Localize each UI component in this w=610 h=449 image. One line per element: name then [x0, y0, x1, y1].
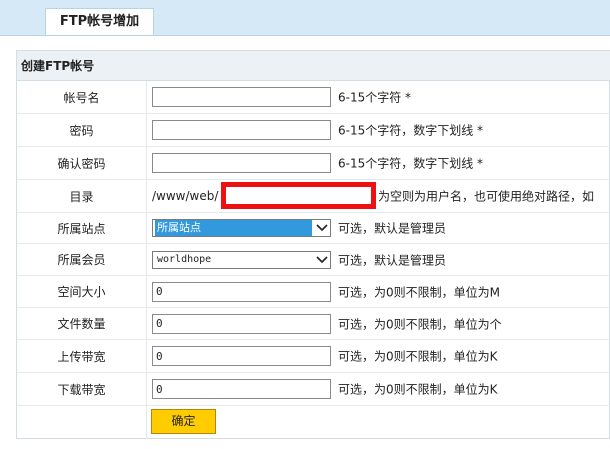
account-name-label: 帐号名 — [17, 81, 147, 113]
member-selected-value: worldhope — [157, 253, 212, 265]
upload-bandwidth-label: 上传带宽 — [17, 340, 147, 372]
file-count-hint: 可选，为0则不限制，单位为个 — [338, 317, 502, 331]
site-label: 所属站点 — [17, 213, 147, 243]
password-input[interactable] — [152, 120, 331, 140]
directory-prefix: /www/web/ — [152, 189, 219, 203]
site-hint: 可选，默认是管理员 — [338, 221, 447, 236]
row-upload-bandwidth: 上传带宽 可选，为0则不限制，单位为K — [17, 340, 610, 373]
file-count-input[interactable] — [152, 313, 331, 334]
tab-ftp-account-add[interactable]: FTP帐号增加 — [45, 8, 154, 35]
row-member: 所属会员 worldhope 可选，默认是管理员 — [17, 244, 610, 276]
account-name-input[interactable] — [152, 87, 331, 107]
confirm-password-label: 确认密码 — [17, 147, 147, 179]
row-password: 密码 6-15个字符，数字下划线 * — [17, 114, 610, 147]
download-bandwidth-hint: 可选，为0则不限制，单位为K — [338, 382, 498, 397]
member-label: 所属会员 — [17, 244, 147, 275]
row-account-name: 帐号名 6-15个字符 * — [17, 81, 610, 114]
row-file-count: 文件数量 可选，为0则不限制，单位为个 — [17, 308, 610, 340]
download-bandwidth-label: 下载带宽 — [17, 373, 147, 405]
password-label: 密码 — [17, 114, 147, 146]
row-confirm-password: 确认密码 6-15个字符，数字下划线 * — [17, 147, 610, 180]
panel-header: 创建FTP帐号 — [17, 50, 610, 81]
chevron-down-icon[interactable] — [313, 220, 330, 236]
submit-label-cell — [17, 406, 147, 439]
tab-bar: FTP帐号增加 — [0, 0, 610, 36]
site-selected-value: 所属站点 — [155, 220, 312, 236]
confirm-password-input[interactable] — [152, 153, 331, 173]
space-hint: 可选，为0则不限制，单位为M — [338, 285, 500, 299]
file-count-label: 文件数量 — [17, 308, 147, 339]
member-select[interactable]: worldhope — [152, 250, 331, 269]
password-hint: 6-15个字符，数字下划线 * — [338, 123, 484, 138]
space-size-input[interactable] — [152, 281, 331, 302]
confirm-button[interactable]: 确定 — [151, 409, 216, 434]
row-submit — [17, 406, 610, 439]
row-download-bandwidth: 下载带宽 可选，为0则不限制，单位为K — [17, 373, 610, 406]
member-hint: 可选，默认是管理员 — [338, 253, 447, 267]
row-site: 所属站点 所属站点 可选，默认是管理员 — [17, 213, 610, 244]
row-space: 空间大小 可选，为0则不限制，单位为M — [17, 276, 610, 308]
directory-label: 目录 — [17, 180, 147, 212]
confirm-password-hint: 6-15个字符，数字下划线 * — [338, 156, 484, 171]
upload-bandwidth-input[interactable] — [152, 346, 331, 366]
form-panel: 创建FTP帐号 帐号名 6-15个字符 * 密码 6-15个字符，数字下划线 *… — [16, 50, 610, 439]
account-name-hint: 6-15个字符 * — [338, 90, 412, 105]
site-select[interactable]: 所属站点 — [152, 219, 331, 237]
upload-bandwidth-hint: 可选，为0则不限制，单位为K — [338, 349, 498, 364]
redacted-directory-box — [221, 182, 376, 209]
chevron-down-icon[interactable] — [313, 252, 330, 268]
download-bandwidth-input[interactable] — [152, 379, 331, 399]
space-label: 空间大小 — [17, 276, 147, 307]
directory-hint: 为空则为用户名，也可使用绝对路径，如 — [378, 189, 595, 204]
